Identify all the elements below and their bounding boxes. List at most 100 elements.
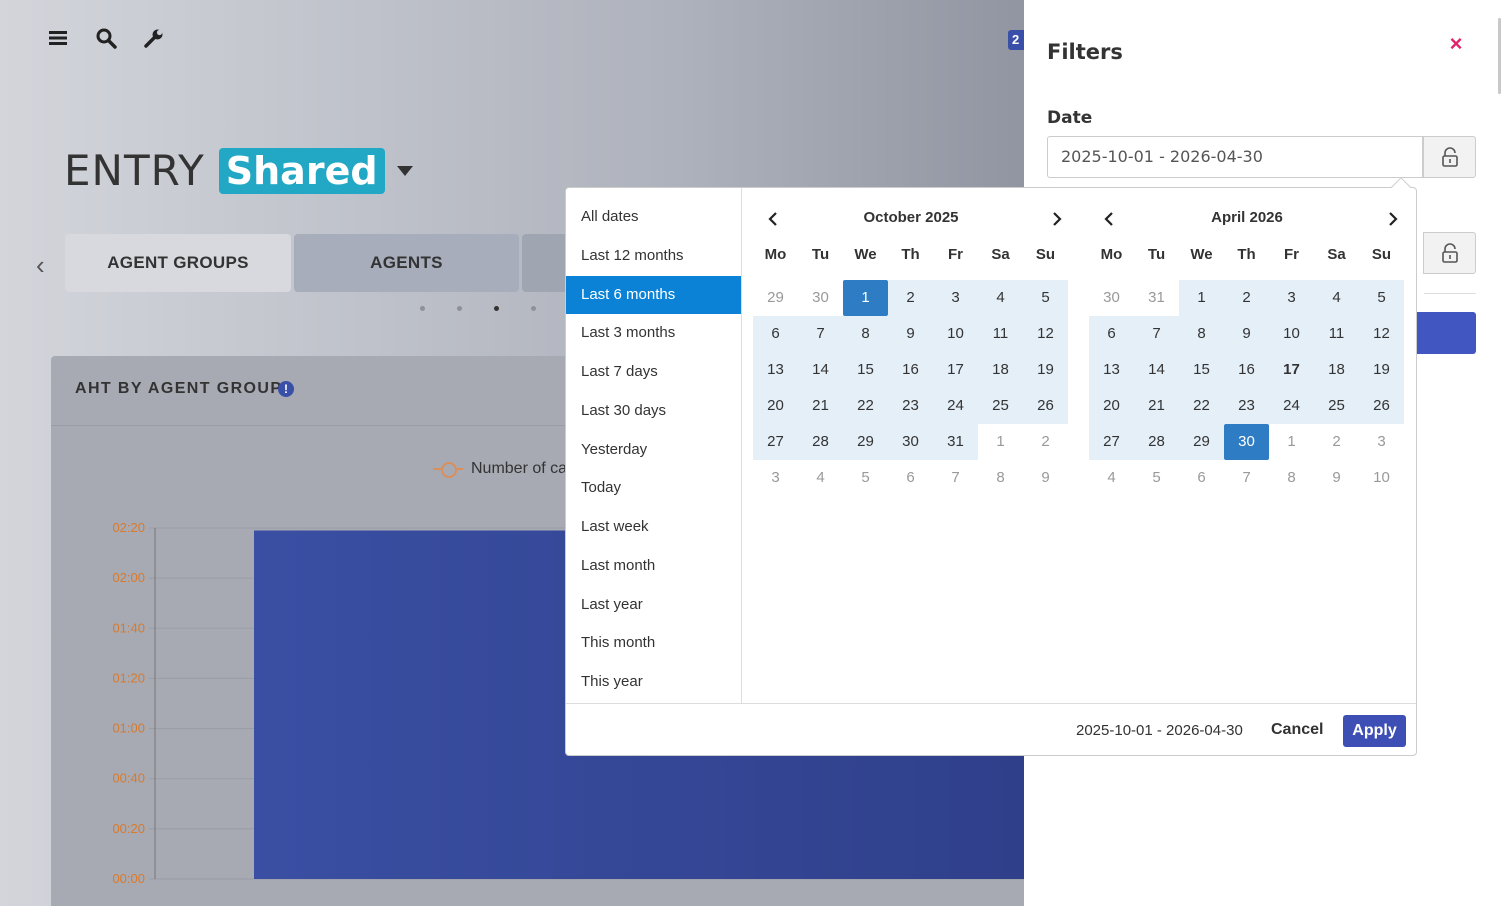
range-option[interactable]: Last 12 months (566, 237, 741, 276)
calendar-day[interactable]: 3 (1269, 280, 1314, 316)
calendar-day[interactable]: 1 (1269, 424, 1314, 460)
wrench-icon[interactable] (140, 24, 168, 52)
calendar-day[interactable]: 17 (1269, 352, 1314, 388)
calendar-day[interactable]: 2 (1314, 424, 1359, 460)
calendar-day[interactable]: 8 (1179, 316, 1224, 352)
calendar-day[interactable]: 15 (843, 352, 888, 388)
calendar-day[interactable]: 9 (1023, 460, 1068, 496)
calendar-day[interactable]: 11 (1314, 316, 1359, 352)
calendar-day[interactable]: 12 (1359, 316, 1404, 352)
calendar-day[interactable]: 26 (1023, 388, 1068, 424)
calendar-day[interactable]: 30 (798, 280, 843, 316)
carousel-dot-active[interactable] (494, 306, 499, 311)
range-option[interactable]: Today (566, 469, 741, 508)
calendar-day[interactable]: 15 (1179, 352, 1224, 388)
calendar-day[interactable]: 13 (1089, 352, 1134, 388)
range-option[interactable]: All dates (566, 198, 741, 237)
range-option[interactable]: Last 3 months (566, 314, 741, 353)
calendar-day[interactable]: 2 (1224, 280, 1269, 316)
range-option[interactable]: Last 30 days (566, 392, 741, 431)
calendar-day[interactable]: 21 (1134, 388, 1179, 424)
calendar-day[interactable]: 3 (753, 460, 798, 496)
calendar-day[interactable]: 4 (798, 460, 843, 496)
calendar-day[interactable]: 28 (798, 424, 843, 460)
calendar-day[interactable]: 23 (1224, 388, 1269, 424)
panel-scrollbar[interactable] (1498, 18, 1501, 94)
calendar-day[interactable]: 20 (753, 388, 798, 424)
calendar-day[interactable]: 20 (1089, 388, 1134, 424)
close-icon[interactable]: × (1446, 30, 1466, 58)
range-option[interactable]: Yesterday (566, 431, 741, 470)
calendar-day[interactable]: 6 (1089, 316, 1134, 352)
calendar-day[interactable]: 16 (1224, 352, 1269, 388)
date-range-input[interactable]: 2025-10-01 - 2026-04-30 (1047, 136, 1423, 178)
range-option[interactable]: Last month (566, 547, 741, 586)
range-option[interactable]: Last week (566, 508, 741, 547)
calendar-day[interactable]: 7 (1224, 460, 1269, 496)
chevron-right-icon[interactable] (1383, 208, 1403, 230)
info-icon[interactable]: ! (278, 381, 294, 397)
tab-agent-groups[interactable]: AGENT GROUPS (65, 234, 291, 292)
calendar-day[interactable]: 23 (888, 388, 933, 424)
calendar-day[interactable]: 4 (978, 280, 1023, 316)
calendar-day[interactable]: 27 (1089, 424, 1134, 460)
calendar-day[interactable]: 19 (1023, 352, 1068, 388)
calendar-day[interactable]: 29 (1179, 424, 1224, 460)
calendar-day[interactable]: 4 (1314, 280, 1359, 316)
chart-legend[interactable]: Number of ca (433, 460, 567, 478)
carousel-dot[interactable] (531, 306, 536, 311)
calendar-day[interactable]: 29 (843, 424, 888, 460)
calendar-day[interactable]: 10 (1359, 460, 1404, 496)
calendar-day[interactable]: 24 (933, 388, 978, 424)
calendar-day[interactable]: 30 (888, 424, 933, 460)
calendar-day[interactable]: 5 (1359, 280, 1404, 316)
calendar-day[interactable]: 12 (1023, 316, 1068, 352)
calendar-day[interactable]: 14 (798, 352, 843, 388)
calendar-day[interactable]: 4 (1089, 460, 1134, 496)
calendar-day[interactable]: 5 (1023, 280, 1068, 316)
calendar-day[interactable]: 11 (978, 316, 1023, 352)
calendar-day[interactable]: 8 (978, 460, 1023, 496)
calendar-day[interactable]: 1 (978, 424, 1023, 460)
calendar-day[interactable]: 17 (933, 352, 978, 388)
calendar-day[interactable]: 6 (753, 316, 798, 352)
range-option[interactable]: This month (566, 624, 741, 663)
calendar-day[interactable]: 31 (933, 424, 978, 460)
calendar-day[interactable]: 1 (1179, 280, 1224, 316)
unlock-date-button[interactable] (1423, 136, 1476, 178)
calendar-day[interactable]: 9 (888, 316, 933, 352)
apply-button[interactable]: Apply (1343, 715, 1406, 747)
tab-agents[interactable]: AGENTS (294, 234, 519, 292)
calendar-day[interactable]: 3 (933, 280, 978, 316)
calendar-day[interactable]: 8 (1269, 460, 1314, 496)
range-option[interactable]: Last 7 days (566, 353, 741, 392)
calendar-day[interactable]: 22 (1179, 388, 1224, 424)
calendar-day[interactable]: 2 (1023, 424, 1068, 460)
calendar-day[interactable]: 30 (1089, 280, 1134, 316)
range-option[interactable]: Last year (566, 586, 741, 625)
calendar-day[interactable]: 31 (1134, 280, 1179, 316)
range-option[interactable]: This year (566, 663, 741, 702)
calendar-day[interactable]: 18 (1314, 352, 1359, 388)
calendar-day[interactable]: 6 (888, 460, 933, 496)
cancel-button[interactable]: Cancel (1271, 721, 1323, 739)
range-option[interactable]: Last 6 months (566, 275, 741, 315)
calendar-day[interactable]: 6 (1179, 460, 1224, 496)
search-icon[interactable] (92, 24, 120, 52)
calendar-day[interactable]: 28 (1134, 424, 1179, 460)
calendar-day[interactable]: 5 (843, 460, 888, 496)
calendar-day[interactable]: 2 (888, 280, 933, 316)
carousel-dot[interactable] (457, 306, 462, 311)
calendar-day-selected[interactable]: 1 (843, 280, 888, 316)
calendar-day[interactable]: 9 (1224, 316, 1269, 352)
calendar-day[interactable]: 16 (888, 352, 933, 388)
unlock-filter-button[interactable] (1423, 232, 1476, 274)
calendar-day[interactable]: 10 (933, 316, 978, 352)
panel-action-button[interactable] (1416, 312, 1476, 354)
chevron-right-icon[interactable] (1047, 208, 1067, 230)
calendar-day[interactable]: 25 (1314, 388, 1359, 424)
calendar-day[interactable]: 18 (978, 352, 1023, 388)
calendar-day[interactable]: 27 (753, 424, 798, 460)
chevron-left-icon[interactable]: ‹ (36, 250, 45, 281)
calendar-day[interactable]: 8 (843, 316, 888, 352)
